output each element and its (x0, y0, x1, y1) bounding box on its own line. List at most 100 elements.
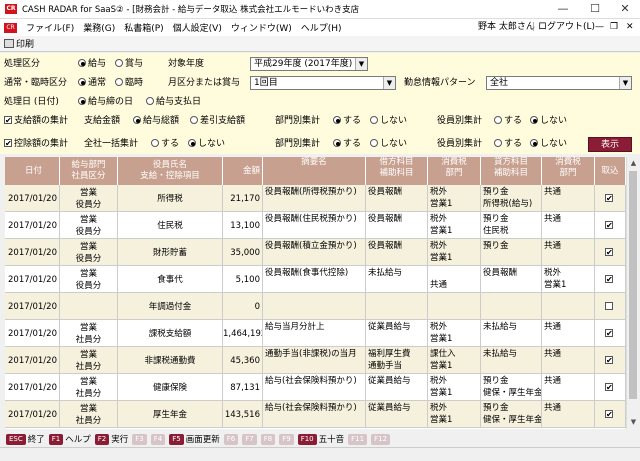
import-checkbox[interactable]: ✔ (605, 409, 613, 418)
summary-cell-text: 給与(社会保険料預かり) (265, 403, 357, 413)
table-row[interactable]: 2017/01/20 年調過付金 0 (5, 293, 626, 320)
import-checkbox[interactable]: ✔ (605, 220, 613, 229)
close-button[interactable]: ✕ (610, 0, 640, 19)
scroll-down-icon[interactable]: ▼ (627, 416, 640, 429)
import-checkbox[interactable]: ✔ (605, 382, 613, 391)
import-checkbox[interactable]: ✔ (605, 328, 613, 337)
radio-officer2-yes[interactable]: する (494, 136, 522, 152)
fkey-label: ヘルプ (65, 435, 91, 445)
import-checkbox[interactable]: ✔ (605, 274, 613, 283)
fkey-f7: F7 (242, 433, 257, 445)
radio-net-pay[interactable]: 差引支給額 (190, 113, 245, 129)
dept-cell-text: 営業 (79, 403, 97, 414)
menu-business[interactable]: 業務(G) (83, 21, 115, 34)
print-button[interactable]: 印刷 (16, 37, 34, 50)
fkey-f10[interactable]: F10 五十音 (297, 433, 344, 445)
fkey-f2[interactable]: F2 実行 (94, 433, 128, 445)
fkey-badge: F10 (297, 433, 317, 445)
debit-tax-cell-text: 税外 (430, 187, 448, 197)
import-checkbox[interactable]: ✔ (605, 193, 613, 202)
radio-officer2-no[interactable]: しない (530, 136, 567, 152)
menu-window[interactable]: ウィンドウ(W) (231, 21, 292, 34)
radio-temporary[interactable]: 臨時 (115, 75, 143, 91)
table-row[interactable]: 2017/01/20 営業 社員分 厚生年金 143,516 給与(社会保険料預かり) 従業… (5, 401, 626, 428)
fkey-f1[interactable]: F1 ヘルプ (48, 433, 91, 445)
radio-regular[interactable]: 通常 (78, 75, 106, 91)
radio-gross-pay[interactable]: 給与総額 (133, 113, 179, 129)
table-row[interactable]: 2017/01/20 営業 役員分 食事代 5,100 役員報酬(食事代控除) 未払給与 共通… (5, 266, 626, 293)
sub-close-button[interactable]: ✕ (626, 19, 634, 36)
radio-dept-yes[interactable]: する (333, 113, 361, 129)
radio-bonus[interactable]: 賞与 (115, 56, 143, 72)
credit-cell-text: 預り金 (483, 376, 509, 386)
import-checkbox[interactable] (605, 301, 613, 310)
debit-cell-text (368, 387, 427, 399)
target-year-select[interactable]: 平成29年度 (2017年度) ▼ (250, 57, 368, 71)
table-row[interactable]: 2017/01/20 営業 社員分 課税支給額 1,464,192 給与当月分計上 従業員給… (5, 320, 626, 347)
debit-tax-cell: 税外 営業1 (428, 212, 481, 239)
dept-cell-text: 営業 (79, 322, 97, 333)
menu-help[interactable]: ヘルプ(H) (301, 21, 342, 34)
logout-link[interactable]: ログアウト(L) (538, 19, 595, 36)
table-header: 日付 給与部門 社員区分 役員氏名 支給・控除項目 金額 摘要名 借方科目 補助科目 … (5, 157, 626, 185)
deduction-sum-checkbox[interactable]: ✔ 控除額の集計 (4, 136, 68, 152)
fkey-f11: F11 (348, 433, 368, 445)
table-row[interactable]: 2017/01/20 営業 役員分 所得税 21,170 役員報酬(所得税預かり) 役員報酬… (5, 185, 626, 212)
summary-cell: 役員報酬(住民税預かり) (263, 212, 366, 239)
radio-payment-date[interactable]: 給与支払日 (146, 94, 201, 110)
menu-mailbox[interactable]: 私書箱(P) (124, 21, 163, 34)
import-checkbox[interactable]: ✔ (605, 247, 613, 256)
debit-tax-cell-text: 税外 (430, 376, 448, 386)
amount-cell: 5,100 (223, 266, 263, 293)
fkey-esc[interactable]: ESC 終了 (6, 433, 45, 445)
debit-cell: 役員報酬 (366, 185, 428, 212)
import-checkbox[interactable]: ✔ (605, 355, 613, 364)
table-row[interactable]: 2017/01/20 営業 役員分 財形貯蓄 35,000 役員報酬(積立金預かり) 役員報… (5, 239, 626, 266)
radio-officer-yes[interactable]: する (494, 113, 522, 129)
radio-dept-no[interactable]: しない (370, 113, 407, 129)
credit-tax-cell-text (544, 306, 594, 318)
credit-tax-cell-text: 共通 (544, 403, 562, 413)
process-date-label: 処理日 (日付) (4, 97, 59, 107)
attendance-pattern-select[interactable]: 全社 ▼ (486, 76, 632, 90)
menu-file[interactable]: ファイル(F) (26, 21, 74, 34)
sub-minimize-button[interactable]: — (595, 19, 604, 36)
radio-company-no[interactable]: しない (188, 136, 225, 152)
debit-tax-cell-text: 営業1 (430, 253, 453, 263)
company-sum-label: 全社一括集計 (84, 139, 139, 149)
radio-officer-no[interactable]: しない (530, 113, 567, 129)
sub-restore-button[interactable]: ❐ (610, 19, 618, 36)
minimize-button[interactable]: — (548, 0, 578, 19)
credit-cell-text: 健保・厚生年金 (483, 415, 542, 425)
pay-sum-checkbox[interactable]: ✔ 支給額の集計 (4, 113, 68, 129)
date-cell: 2017/01/20 (5, 401, 60, 428)
date-cell: 2017/01/20 (5, 320, 60, 347)
credit-cell: 預り金 健保・厚生年金 (481, 401, 542, 428)
vertical-scrollbar[interactable]: ▲ ▼ (626, 157, 639, 429)
menu-personal-settings[interactable]: 個人設定(V) (173, 21, 222, 34)
display-button[interactable]: 表示 (588, 137, 632, 152)
date-cell: 2017/01/20 (5, 266, 60, 293)
table-row[interactable]: 2017/01/20 営業 社員分 非課税通勤費 45,360 通勤手当(非課税)の当月福… (5, 347, 626, 374)
fkey-label: 画面更新 (185, 435, 220, 445)
table-row[interactable]: 2017/01/20 営業 役員分 住民税 13,100 役員報酬(住民税預かり) 役員報酬… (5, 212, 626, 239)
credit-tax-cell-text: 共通 (544, 214, 562, 224)
maximize-button[interactable]: ☐ (580, 0, 610, 19)
scroll-up-icon[interactable]: ▲ (627, 157, 640, 170)
radio-dept2-no[interactable]: しない (370, 136, 407, 152)
table-row[interactable]: 2017/01/20 営業 社員分 健康保険 87,131 給与(社会保険料預かり) 従業員… (5, 374, 626, 401)
item-cell: 非課税通勤費 (118, 347, 223, 374)
dept-cell: 営業 社員分 (60, 401, 118, 428)
fkey-f5[interactable]: F5 画面更新 (169, 433, 220, 445)
date-cell-text: 2017/01/20 (8, 193, 57, 204)
scroll-thumb[interactable] (629, 171, 637, 399)
radio-dept2-yes[interactable]: する (333, 136, 361, 152)
radio-closing-date[interactable]: 給与締の日 (78, 94, 133, 110)
radio-salary[interactable]: 給与 (78, 56, 106, 72)
header-credit-tax: 消費税 部門 (542, 157, 595, 185)
month-select[interactable]: 1回目 ▼ (250, 76, 396, 90)
dept-cell: 営業 社員分 (60, 320, 118, 347)
printer-icon[interactable] (4, 39, 14, 48)
radio-company-yes[interactable]: する (151, 136, 179, 152)
month-label: 月区分または賞与 (168, 78, 241, 88)
